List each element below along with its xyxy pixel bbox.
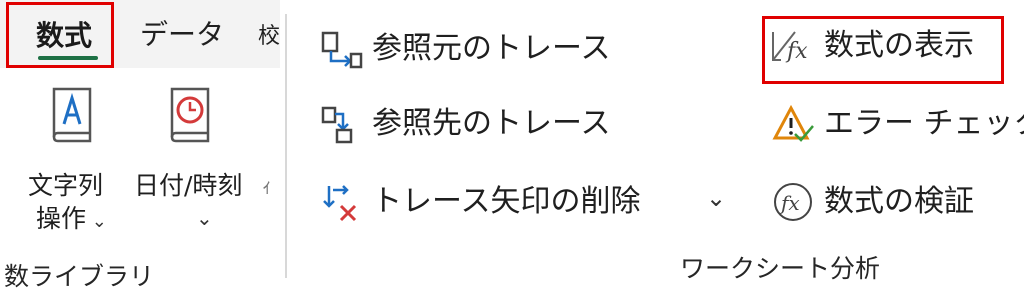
trace-dependents-label: 参照先のトレース xyxy=(372,106,611,141)
remove-arrows-button[interactable]: トレース矢印の削除 xyxy=(316,180,641,224)
evaluate-formula-label: 数式の検証 xyxy=(824,184,974,219)
text-functions-label[interactable]: 文字列 xyxy=(28,170,103,202)
trace-dependents-icon xyxy=(316,102,366,146)
chevron-down-icon[interactable]: ⌄ xyxy=(706,184,726,212)
trace-dependents-button[interactable]: 参照先のトレース xyxy=(316,102,611,146)
evaluate-formula-icon: fx xyxy=(768,180,818,224)
evaluate-formula-button[interactable]: fx 数式の検証 xyxy=(768,180,974,224)
text-functions-label-2[interactable]: 操作 ⌄ xyxy=(36,203,107,238)
more-functions-partial[interactable]: ｨ xyxy=(262,170,272,202)
error-checking-label: エラー チェック xyxy=(824,106,1024,141)
error-checking-button[interactable]: エラー チェック xyxy=(768,102,1024,146)
remove-arrows-icon xyxy=(316,180,366,224)
tab-data[interactable]: データ xyxy=(140,18,224,52)
highlight-box-formulas-tab xyxy=(6,2,114,68)
highlight-box-show-formulas xyxy=(762,16,1004,84)
error-checking-icon xyxy=(768,102,818,146)
svg-text:fx: fx xyxy=(779,191,800,215)
trace-precedents-label: 参照元のトレース xyxy=(372,31,611,66)
date-time-functions-label[interactable]: 日付/時刻 xyxy=(134,170,242,202)
formula-auditing-group-label: ワークシート分析 xyxy=(680,254,881,283)
chevron-down-icon[interactable]: ⌄ xyxy=(196,206,213,230)
group-separator xyxy=(285,14,287,278)
trace-precedents-button[interactable]: 参照元のトレース xyxy=(316,27,611,71)
date-time-functions-icon xyxy=(166,86,216,148)
tab-review-partial[interactable]: 校 xyxy=(258,20,280,54)
function-library-group-label: 数ライブラリ xyxy=(4,262,155,291)
trace-precedents-icon xyxy=(316,27,366,71)
chevron-down-icon: ⌄ xyxy=(86,211,107,232)
remove-arrows-label: トレース矢印の削除 xyxy=(372,184,641,219)
text-functions-icon xyxy=(48,86,98,148)
